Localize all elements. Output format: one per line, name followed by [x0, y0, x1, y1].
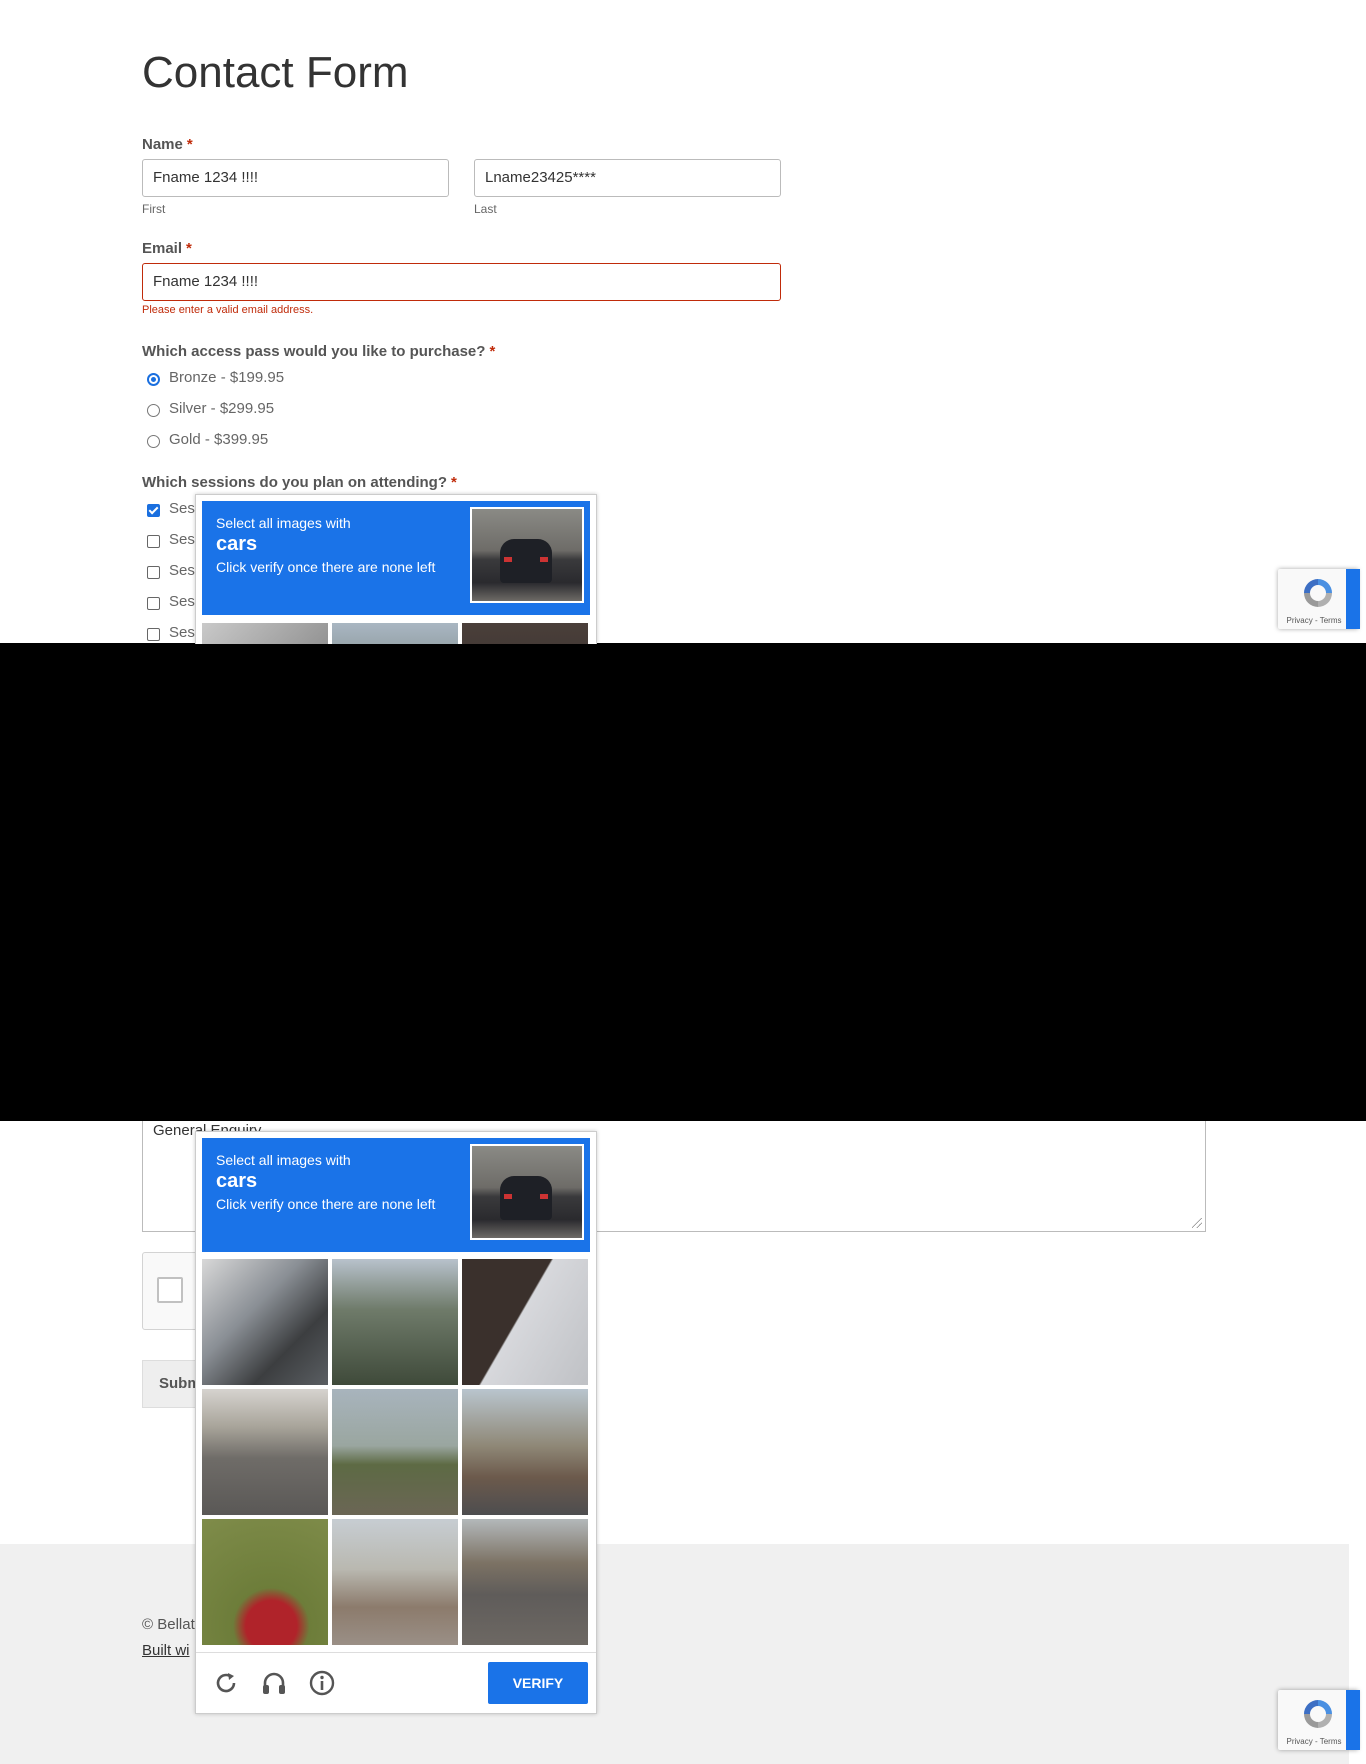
required-mark: * — [451, 474, 457, 491]
email-error: Please enter a valid email address. — [142, 304, 314, 316]
challenge-tile-8[interactable] — [332, 1519, 458, 1645]
challenge-tile-9[interactable] — [462, 1519, 588, 1645]
challenge-hint: Click verify once there are none left — [216, 1196, 436, 1212]
radio-gold[interactable] — [147, 435, 160, 448]
sample-image — [470, 507, 584, 603]
email-input[interactable]: Fname 1234 !!!! — [142, 263, 781, 301]
challenge-instruction: Select all images with — [216, 1152, 351, 1168]
recaptcha-checkbox[interactable] — [157, 1277, 183, 1303]
challenge-tile-3[interactable] — [462, 1259, 588, 1385]
recaptcha-logo-icon — [1304, 579, 1332, 607]
sessions-label: Which sessions do you plan on attending?… — [142, 474, 457, 491]
option-silver[interactable]: Silver - $299.95 — [169, 400, 274, 417]
challenge-tile-1[interactable] — [202, 1259, 328, 1385]
challenge-tile[interactable] — [462, 623, 588, 644]
footer-copyright: © Bellat — [142, 1616, 195, 1633]
session-checkbox-4[interactable] — [147, 597, 160, 610]
sessions-label-text: Which sessions do you plan on attending? — [142, 474, 448, 491]
name-label-text: Name — [142, 136, 183, 153]
audio-icon[interactable] — [260, 1669, 288, 1697]
email-label-text: Email — [142, 240, 183, 257]
email-label: Email * — [142, 240, 192, 257]
option-bronze[interactable]: Bronze - $199.95 — [169, 369, 284, 386]
badge-tab — [1346, 569, 1360, 629]
challenge-tile-7[interactable] — [202, 1519, 328, 1645]
radio-silver[interactable] — [147, 404, 160, 417]
badge-tab — [1346, 1690, 1360, 1750]
recaptcha-badge-top[interactable]: Privacy - Terms — [1278, 569, 1360, 629]
challenge-instruction: Select all images with — [216, 515, 351, 531]
info-icon[interactable] — [308, 1669, 336, 1697]
challenge-tile[interactable] — [332, 623, 458, 644]
challenge-tile-6[interactable] — [462, 1389, 588, 1515]
challenge-tile[interactable] — [202, 623, 328, 644]
sample-image — [470, 1144, 584, 1240]
car-shape — [500, 1176, 552, 1220]
session-label-1[interactable]: Ses — [169, 500, 195, 517]
required-mark: * — [186, 136, 193, 153]
redacted-region — [0, 643, 1366, 1121]
session-label-2[interactable]: Ses — [169, 531, 195, 548]
challenge-target: cars — [216, 533, 258, 555]
first-name-input[interactable]: Fname 1234 !!!! — [142, 159, 449, 197]
required-mark: * — [489, 343, 496, 360]
last-sublabel: Last — [474, 202, 497, 216]
recaptcha-terms[interactable]: Privacy - Terms — [1278, 1737, 1350, 1746]
challenge-footer: VERIFY — [196, 1652, 596, 1713]
name-label: Name * — [142, 136, 193, 153]
recaptcha-terms[interactable]: Privacy - Terms — [1278, 616, 1350, 625]
recaptcha-logo-icon — [1304, 1700, 1332, 1728]
resize-handle[interactable] — [1192, 1218, 1202, 1228]
verify-button[interactable]: VERIFY — [488, 1662, 588, 1704]
session-label-3[interactable]: Ses — [169, 562, 195, 579]
radio-bronze[interactable] — [147, 373, 160, 386]
challenge-tile-2[interactable] — [332, 1259, 458, 1385]
challenge-target: cars — [216, 1170, 258, 1192]
captcha-challenge-top: Select all images with cars Click verify… — [195, 494, 597, 644]
page-title: Contact Form — [142, 48, 409, 97]
challenge-header: Select all images with cars Click verify… — [202, 501, 590, 615]
pass-label: Which access pass would you like to purc… — [142, 343, 495, 360]
pass-label-text: Which access pass would you like to purc… — [142, 343, 486, 360]
recaptcha-badge-bottom[interactable]: Privacy - Terms — [1278, 1690, 1360, 1750]
challenge-hint: Click verify once there are none left — [216, 559, 436, 575]
session-checkbox-5[interactable] — [147, 628, 160, 641]
session-label-4[interactable]: Ses — [169, 593, 195, 610]
captcha-challenge: Select all images with cars Click verify… — [195, 1131, 597, 1714]
session-checkbox-3[interactable] — [147, 566, 160, 579]
option-gold[interactable]: Gold - $399.95 — [169, 431, 268, 448]
first-sublabel: First — [142, 202, 166, 216]
challenge-header: Select all images with cars Click verify… — [202, 1138, 590, 1252]
required-mark: * — [186, 240, 192, 257]
reload-icon[interactable] — [212, 1669, 240, 1697]
session-checkbox-1[interactable] — [147, 504, 160, 517]
last-name-input[interactable]: Lname23425**** — [474, 159, 781, 197]
challenge-tile-5[interactable] — [332, 1389, 458, 1515]
footer-built-with-link[interactable]: Built wi — [142, 1642, 190, 1659]
session-label-5[interactable]: Ses — [169, 624, 195, 641]
car-shape — [500, 539, 552, 583]
challenge-tile-4[interactable] — [202, 1389, 328, 1515]
session-checkbox-2[interactable] — [147, 535, 160, 548]
